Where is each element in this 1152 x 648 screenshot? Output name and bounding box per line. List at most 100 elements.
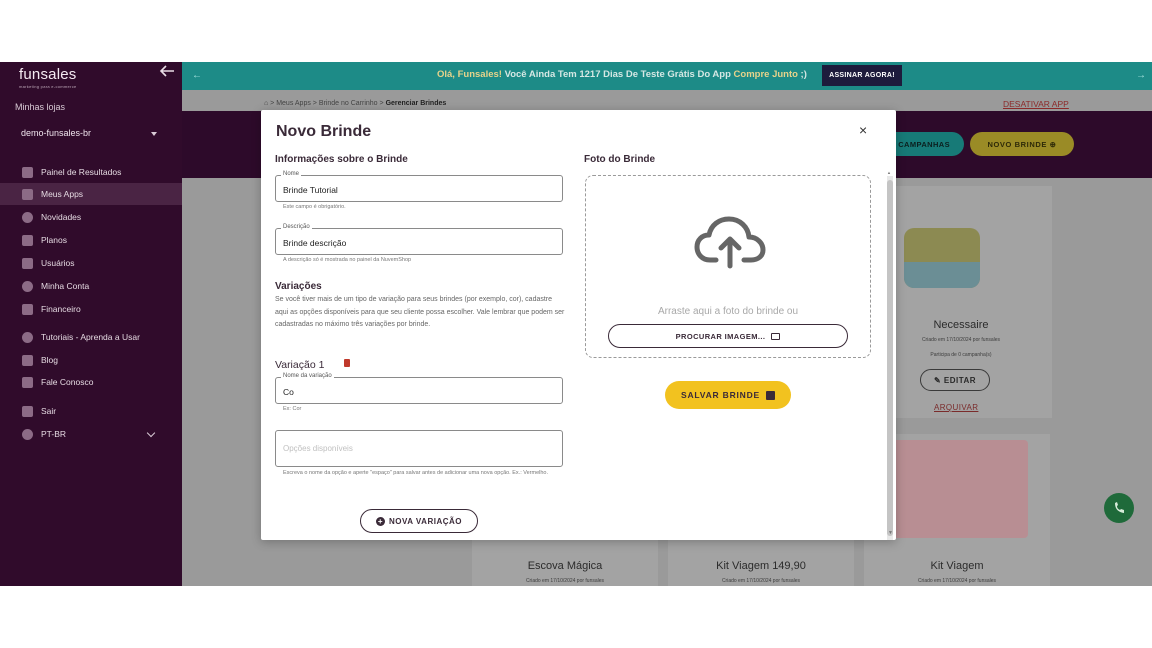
options-placeholder: Opções disponíveis [283,444,353,453]
sidebar-item-label: Blog [41,355,59,365]
sidebar-item-financeiro[interactable]: Financeiro [0,298,182,320]
photo-heading: Foto do Brinde [584,154,656,165]
necessaire-image-bottom [904,262,980,288]
tag-icon [22,234,33,246]
sidebar-item-language[interactable]: PT-BR [0,423,182,445]
scroll-down-icon[interactable]: ▼ [888,530,893,536]
sidebar-item-minha-conta[interactable]: Minha Conta [0,275,182,297]
options-field[interactable]: Opções disponíveis [275,430,563,467]
new-gift-label: NOVO BRINDE [987,139,1047,149]
chevron-down-icon [146,428,156,438]
card-title: Escova Mágica [527,560,603,572]
name-field-value: Brinde Tutorial [283,185,338,195]
new-variation-button[interactable]: + NOVA VARIAÇÃO [360,509,478,533]
archive-link[interactable]: ARQUIVAR [934,403,978,412]
variation-title: Variação 1 [275,359,325,371]
store-select[interactable]: demo-funsales-br [15,122,165,144]
name-helper: Este campo é obrigatório. [283,204,346,210]
whatsapp-icon[interactable] [1104,493,1134,523]
card-title: Kit Viagem [930,560,984,572]
info-heading: Informações sobre o Brinde [275,154,408,165]
photo-drop-zone[interactable]: Arraste aqui a foto do brinde ou PROCURA… [585,175,871,358]
card-created: Criado em 17/10/2024 por funsales [917,578,997,584]
card-created: Criado em 17/10/2024 por funsales [721,578,801,584]
new-gift-button[interactable]: NOVO BRINDE ⊕ [970,132,1074,156]
banner-next-icon[interactable]: → [1136,70,1146,81]
lightbulb-icon [22,331,33,343]
description-field[interactable]: Descrição Brinde descrição [275,224,563,255]
globe-icon [22,211,33,223]
sidebar-item-label: Fale Conosco [41,377,94,387]
sidebar-item-label: Novidades [41,212,82,222]
banner-body: Você Ainda Tem 1217 Dias De Teste Grátis… [501,69,734,80]
sidebar-item-sair[interactable]: Sair [0,400,182,422]
edit-label: EDITAR [943,375,977,385]
language-globe-icon [22,428,33,440]
description-helper: A descrição só é mostrada no painel da N… [283,257,412,263]
subscribe-button[interactable]: ASSINAR AGORA! [822,65,902,86]
sidebar-item-fale-conosco[interactable]: Fale Conosco [0,371,182,393]
deactivate-app-link[interactable]: DESATIVAR APP [1003,99,1069,109]
sidebar-item-label: Painel de Resultados [41,167,122,177]
save-disk-icon [766,390,776,400]
name-field-label: Nome [281,171,302,177]
funsales-logo[interactable]: funsales [19,66,76,83]
logout-icon [22,405,33,417]
banner-greeting: Olá, Funsales! [437,69,502,80]
caret-down-icon [151,132,157,136]
sidebar-item-blog[interactable]: Blog [0,349,182,371]
browse-image-label: PROCURAR IMAGEM... [675,331,766,341]
kit-viagem-image [886,440,1028,538]
sidebar-item-meus-apps[interactable]: Meus Apps [0,183,182,205]
folder-icon [771,332,781,340]
sidebar-item-label: Usuários [41,258,75,268]
dashboard-icon [22,166,33,178]
chat-icon [22,376,33,388]
name-field[interactable]: Nome Brinde Tutorial [275,171,563,202]
sidebar-item-planos[interactable]: Planos [0,229,182,251]
options-helper: Escreva o nome da opção e aperte "espaço… [283,470,549,476]
scrollbar-thumb[interactable] [887,180,893,536]
breadcrumb: ⌂ > Meus Apps > Brinde no Carrinho > Ger… [264,100,446,107]
logo-tagline: marketing para e-commerce [19,84,77,89]
trash-icon[interactable] [344,359,350,367]
scroll-up-icon[interactable]: ▲ [887,170,891,175]
sidebar-item-label: Tutoriais - Aprenda a Usar [41,332,140,342]
edit-button[interactable]: ✎ EDITAR [920,369,990,391]
card-created: Criado em 17/10/2024 por funsales [921,337,1001,343]
sidebar-item-label: Minha Conta [41,281,90,291]
banner-prev-icon[interactable]: ← [192,70,202,81]
description-field-label: Descrição [281,224,312,230]
modal-title: Novo Brinde [276,123,372,140]
sidebar-item-label: Financeiro [41,304,81,314]
trial-banner: ← Olá, Funsales! Você Ainda Tem 1217 Dia… [182,62,1152,90]
close-icon[interactable]: × [859,122,867,138]
calendar-icon [22,354,33,366]
breadcrumb-path[interactable]: > Meus Apps > Brinde no Carrinho > [268,100,385,107]
variation-name-label: Nome da variação [281,373,334,379]
modal-scrollbar[interactable] [887,176,893,540]
banner-app-name: Compre Junto [733,69,798,80]
save-gift-label: SALVAR BRINDE [680,390,761,400]
variation-name-field[interactable]: Nome da variação Co [275,373,563,404]
sidebar-item-label: Planos [41,235,67,245]
sidebar-item-painel[interactable]: Painel de Resultados [0,161,182,183]
banner-suffix: ;) [797,69,807,80]
apps-grid-icon [22,188,33,200]
variation-name-value: Co [283,387,294,397]
collapse-arrow-icon[interactable] [158,64,176,78]
campaigns-label: CAMPANHAS [898,139,950,149]
gear-icon [22,280,33,292]
sidebar-item-novidades[interactable]: Novidades [0,206,182,228]
phone-icon [1115,502,1124,513]
card-title: Kit Viagem 149,90 [716,560,806,572]
store-select-value: demo-funsales-br [21,128,92,138]
cloud-upload-icon [694,216,766,269]
banner-message: Olá, Funsales! Você Ainda Tem 1217 Dias … [437,69,807,80]
sidebar-item-usuarios[interactable]: Usuários [0,252,182,274]
save-gift-button[interactable]: SALVAR BRINDE [665,381,791,409]
browse-image-button[interactable]: PROCURAR IMAGEM... [608,324,848,348]
users-icon [22,257,33,269]
plus-circle-icon: + [375,516,385,526]
sidebar-item-tutoriais[interactable]: Tutoriais - Aprenda a Usar [0,326,182,348]
